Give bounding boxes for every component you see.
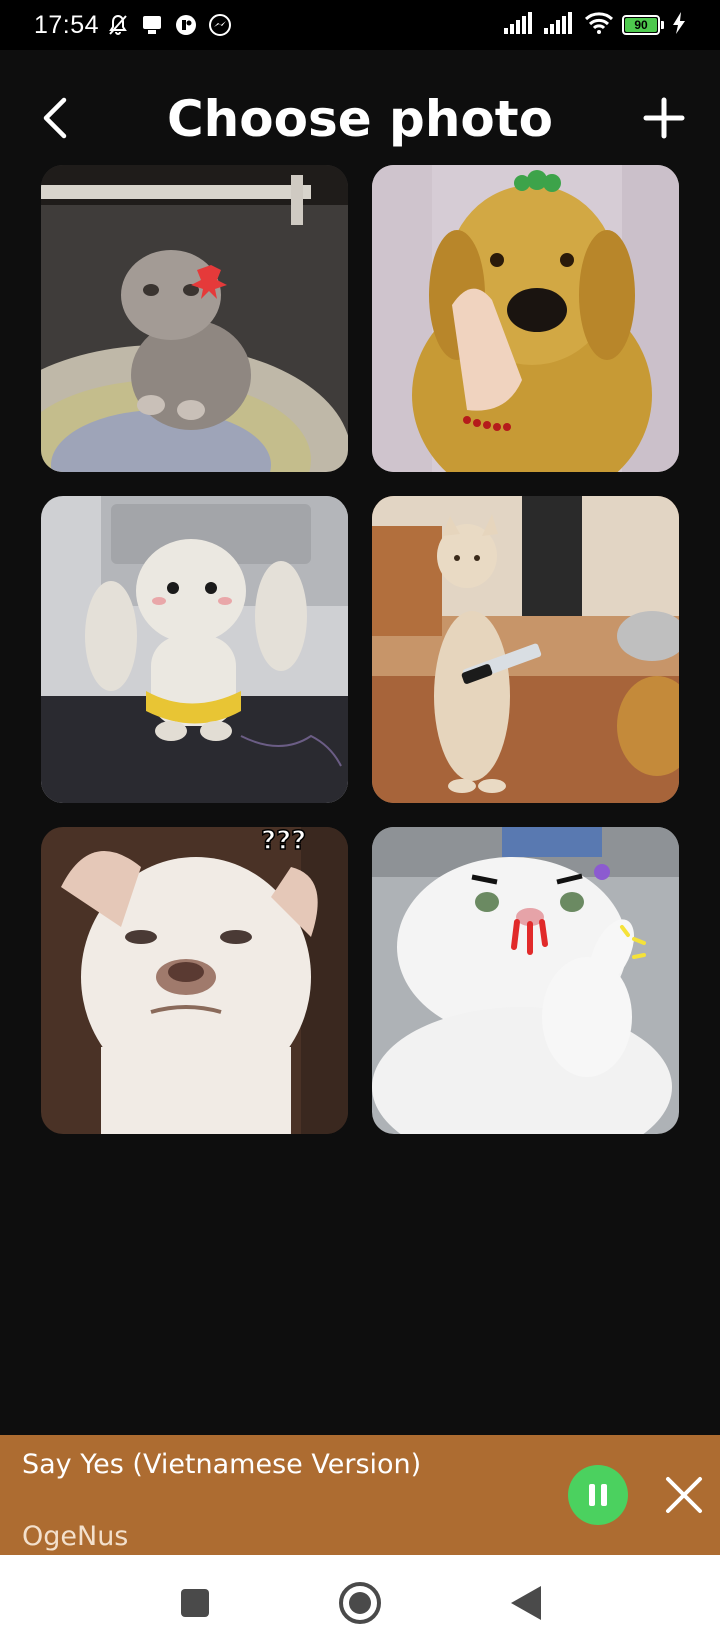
recents-square-icon bbox=[181, 1589, 209, 1617]
back-triangle-icon bbox=[511, 1586, 541, 1620]
charging-icon bbox=[672, 12, 686, 38]
pause-button[interactable] bbox=[568, 1465, 628, 1525]
back-nav-button[interactable] bbox=[498, 1575, 554, 1631]
svg-text:???: ??? bbox=[261, 827, 306, 856]
signal-icon bbox=[544, 12, 576, 38]
plus-icon bbox=[643, 97, 685, 139]
battery-level: 90 bbox=[625, 18, 657, 32]
song-title: Say Yes (Vietnamese Version) bbox=[22, 1449, 422, 1480]
song-artist: OgeNus bbox=[22, 1521, 129, 1552]
home-circle-icon bbox=[339, 1582, 381, 1624]
tray-icon bbox=[139, 12, 165, 38]
system-nav-bar bbox=[0, 1555, 720, 1650]
status-right: 90 bbox=[504, 12, 686, 38]
mute-bell-icon bbox=[105, 12, 131, 38]
header: Choose photo bbox=[0, 80, 720, 160]
status-time: 17:54 bbox=[34, 10, 100, 39]
status-bar: 17:54 90 bbox=[0, 0, 720, 50]
pause-icon bbox=[589, 1484, 607, 1506]
signal-icon bbox=[504, 12, 536, 38]
recents-button[interactable] bbox=[167, 1575, 223, 1631]
close-icon bbox=[666, 1477, 702, 1513]
battery-icon: 90 bbox=[622, 15, 664, 35]
now-playing-bar[interactable]: Say Yes (Vietnamese Version) OgeNus bbox=[0, 1435, 720, 1555]
photo-golden-retriever[interactable] bbox=[372, 165, 679, 472]
photo-crochet-bunny[interactable] bbox=[41, 496, 348, 803]
page-title: Choose photo bbox=[166, 90, 554, 148]
photo-angry-kitten[interactable] bbox=[41, 165, 348, 472]
messenger-icon bbox=[207, 12, 233, 38]
app-icon bbox=[173, 12, 199, 38]
photo-confused-dog[interactable]: ??? bbox=[41, 827, 348, 1134]
photo-grid: ??? bbox=[41, 165, 679, 1134]
add-photo-button[interactable] bbox=[636, 90, 692, 146]
close-player-button[interactable] bbox=[660, 1471, 708, 1519]
notification-icons bbox=[105, 12, 233, 38]
photo-cat-with-knife[interactable] bbox=[372, 496, 679, 803]
wifi-icon bbox=[584, 12, 614, 38]
photo-cat-thumbs-up[interactable] bbox=[372, 827, 679, 1134]
home-button[interactable] bbox=[332, 1575, 388, 1631]
